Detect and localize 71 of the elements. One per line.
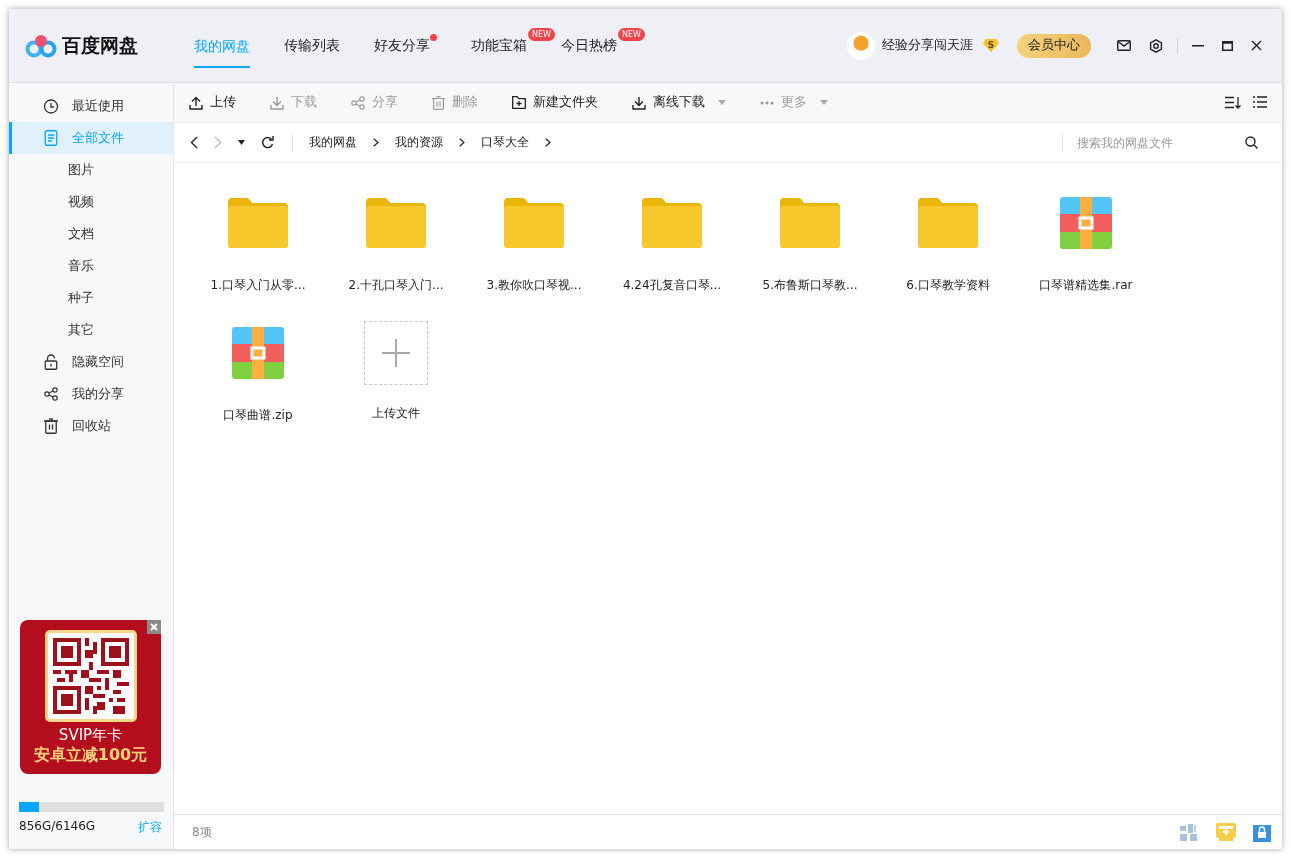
promo-offer: 安卓立减100元: [33, 745, 148, 766]
promo-title: SVIP年卡: [58, 726, 123, 745]
new-badge: NEW: [618, 28, 645, 41]
sidebar-subitem[interactable]: 其它: [9, 314, 173, 346]
vip-badge: S: [983, 39, 999, 52]
new-folder-icon: [512, 96, 526, 109]
sidebar-item[interactable]: 最近使用: [9, 90, 173, 122]
cloud-logo-icon: [25, 32, 57, 59]
settings-icon[interactable]: [1149, 38, 1163, 53]
sidebar-subitem[interactable]: 图片: [9, 154, 173, 186]
chevron-icon: [373, 138, 379, 147]
avatar[interactable]: [847, 31, 875, 60]
download-icon: [270, 95, 284, 110]
minimize-icon[interactable]: [1192, 44, 1204, 47]
promo-banner[interactable]: SVIP年卡 安卓立减100元: [20, 620, 161, 774]
file-name[interactable]: 5.布鲁斯口琴教...: [762, 277, 858, 294]
plus-icon: [381, 338, 411, 368]
user-name[interactable]: 经验分享闯天涯: [882, 37, 973, 54]
file-name[interactable]: 上传文件: [372, 405, 420, 422]
breadcrumb-link[interactable]: 我的网盘: [309, 134, 357, 151]
toolbar-button[interactable]: 离线下载: [632, 94, 738, 111]
sidebar-subitem[interactable]: 种子: [9, 282, 173, 314]
sidebar-subitem[interactable]: 文档: [9, 218, 173, 250]
breadcrumb-link[interactable]: 我的资源: [395, 134, 443, 151]
trash-icon: [432, 95, 445, 110]
file-name[interactable]: 1.口琴入门从零...: [210, 277, 306, 294]
toolbar-button[interactable]: 新建文件夹: [512, 94, 610, 111]
sidebar-subitem[interactable]: 视频: [9, 186, 173, 218]
search-icon[interactable]: [1245, 136, 1258, 149]
file-name[interactable]: 4.24孔复音口琴...: [622, 277, 722, 294]
more-icon: [760, 100, 774, 105]
forward-icon[interactable]: [214, 136, 222, 149]
lock-icon[interactable]: [1252, 822, 1272, 842]
item-count: 8项: [192, 823, 212, 841]
close-icon[interactable]: [1251, 40, 1262, 51]
nav-tab[interactable]: 传输列表: [284, 9, 340, 82]
app-logo-text: 百度网盘: [62, 32, 138, 58]
file-name[interactable]: 口琴谱精选集.rar: [1039, 277, 1133, 294]
caret-icon[interactable]: [238, 140, 245, 145]
refresh-icon[interactable]: [261, 136, 274, 149]
upload-icon: [189, 95, 203, 110]
sidebar-item[interactable]: 隐藏空间: [9, 346, 173, 378]
chevron-icon: [545, 138, 551, 147]
upload-tile[interactable]: [364, 321, 428, 385]
file-name[interactable]: 6.口琴教学资料: [906, 277, 990, 294]
member-center-button[interactable]: 会员中心: [1017, 33, 1091, 58]
list-view-icon[interactable]: [1253, 96, 1267, 108]
share-icon: [43, 387, 59, 401]
sidebar-item[interactable]: 回收站: [9, 410, 173, 442]
new-badge: NEW: [528, 28, 555, 41]
chevron-icon: [459, 138, 465, 147]
search-field[interactable]: 搜索我的网盘文件: [1075, 134, 1229, 151]
trash-icon: [43, 418, 59, 434]
clock-icon: [43, 98, 59, 114]
share-icon: [351, 95, 365, 110]
back-icon[interactable]: [190, 136, 198, 149]
download-icon: [632, 95, 646, 110]
sidebar-item[interactable]: 我的分享: [9, 378, 173, 410]
file-name[interactable]: 2.十孔口琴入门...: [348, 277, 444, 294]
file-name[interactable]: 口琴曲谱.zip: [223, 407, 293, 424]
mail-icon[interactable]: [1117, 40, 1131, 51]
storage-usage: 856G/6146G: [19, 819, 96, 835]
maximize-icon[interactable]: [1222, 40, 1233, 51]
sort-icon[interactable]: [1225, 96, 1241, 109]
lock-icon: [43, 354, 59, 370]
nav-tab[interactable]: 好友分享: [374, 9, 437, 82]
sidebar-subitem[interactable]: 音乐: [9, 250, 173, 282]
breadcrumb-link[interactable]: 口琴大全: [481, 134, 529, 151]
toolbar-button[interactable]: 上传: [189, 94, 248, 111]
document-icon: [43, 130, 59, 146]
file-name[interactable]: 3.教你吹口琴视...: [486, 277, 582, 294]
